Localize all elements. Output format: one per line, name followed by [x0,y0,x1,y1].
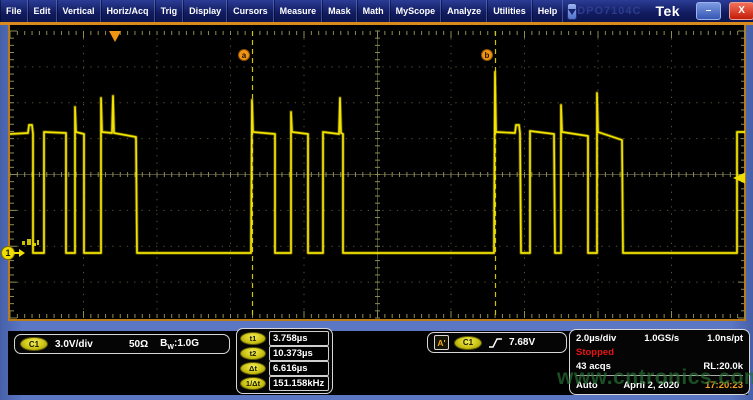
model-label: DPO7104C [577,5,641,17]
channel1-arrow-head [19,249,25,257]
watermark: www.cntronics.com [557,366,753,390]
trace-artifact [22,241,25,245]
menu-item-mask[interactable]: Mask [322,0,357,22]
resolution: 1.0ns/pt [707,333,743,344]
menu-items: FileEditVerticalHoriz/AcqTrigDisplayCurs… [0,0,563,22]
sample-rate: 1.0GS/s [644,333,679,344]
trigger-source-badge: A' [434,335,449,350]
menu-item-file[interactable]: File [0,0,28,22]
menu-item-measure[interactable]: Measure [274,0,323,22]
menu-item-vertical[interactable]: Vertical [57,0,101,22]
cursor-value: 10.373µs [269,346,329,361]
cursor-value: 151.158kHz [269,376,329,391]
menu-item-trig[interactable]: Trig [155,0,184,22]
cursor-label-text-b: b [485,51,490,60]
cursor-row-2: t210.373µs [240,346,329,360]
trigger-channel-badge: C1 [454,336,482,350]
cursor-row-4: 1/Δt151.158kHz [240,377,329,391]
minimize-button[interactable]: – [696,2,721,20]
cursor-value: 3.758µs [269,331,329,346]
timebase: 2.0µs/div [576,333,616,344]
titlebar: DPO7104C Tek – X [577,0,753,22]
close-button[interactable]: X [729,2,753,20]
cursor-label-badge[interactable]: 1/Δt [240,377,266,390]
cursor-readout: t13.758µst210.373µsΔt6.616µs1/Δt151.158k… [236,328,333,394]
channel-scale: 3.0V/div [55,339,93,350]
cursor-label-badge[interactable]: Δt [240,362,266,375]
channel1-marker-label: 1 [5,248,10,258]
oscilloscope-window: FileEditVerticalHoriz/AcqTrigDisplayCurs… [0,0,753,400]
rising-edge-icon [488,336,503,350]
cursor-row-3: Δt6.616µs [240,362,329,376]
menu-item-myscope[interactable]: MyScope [390,0,442,22]
cursor-label-badge[interactable]: t1 [240,332,266,345]
channel-readout[interactable]: C1 3.0V/div 50Ω BW:1.0G [14,334,230,354]
channel-impedance: 50Ω [129,339,148,350]
trace-artifact [33,243,36,246]
cursor-value: 6.616µs [269,361,329,376]
menu-dropdown-button[interactable] [567,3,577,20]
menu-item-horiz-acq[interactable]: Horiz/Acq [101,0,155,22]
trigger-readout[interactable]: A' C1 7.68V [427,332,567,353]
acquisition-state: Stopped [576,347,614,358]
menu-bar: FileEditVerticalHoriz/AcqTrigDisplayCurs… [0,0,753,22]
channel-badge[interactable]: C1 [20,337,48,351]
waveform-display[interactable]: a b 1 [0,25,753,321]
menu-item-display[interactable]: Display [183,0,227,22]
trace-artifact [37,240,39,245]
trace-artifact [27,239,31,245]
cursor-label-text-a: a [242,51,247,60]
brand-logo: Tek [655,3,680,19]
trigger-level: 7.68V [509,337,535,348]
menu-item-cursors[interactable]: Cursors [227,0,274,22]
menu-item-analyze[interactable]: Analyze [441,0,487,22]
menu-item-utilities[interactable]: Utilities [487,0,532,22]
menu-item-edit[interactable]: Edit [28,0,57,22]
trigger-position-marker[interactable] [109,31,121,42]
menu-item-help[interactable]: Help [532,0,564,22]
menu-item-math[interactable]: Math [357,0,390,22]
cursor-row-1: t13.758µs [240,331,329,345]
cursor-label-badge[interactable]: t2 [240,347,266,360]
timebase-row: 2.0µs/div 1.0GS/s 1.0ns/pt [576,333,743,344]
state-row: Stopped [576,347,743,358]
channel-bandwidth: BW:1.0G [160,338,199,351]
chevron-down-icon [568,9,576,15]
